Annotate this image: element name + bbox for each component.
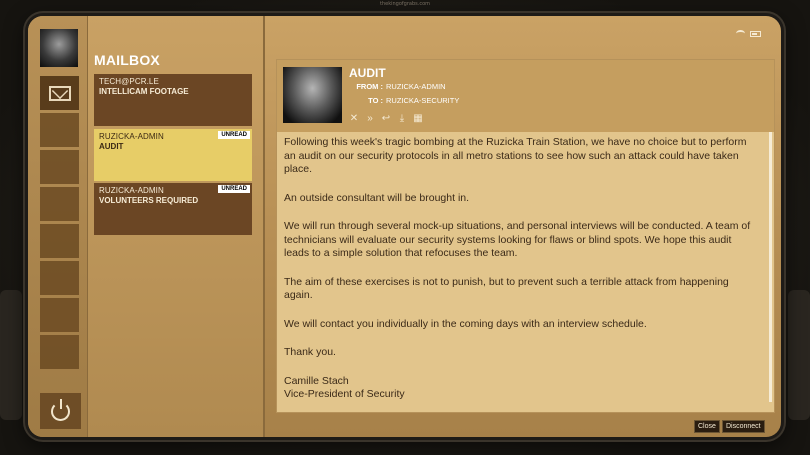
email-body: Following this week's tragic bombing at … bbox=[284, 136, 759, 402]
left-nav-rail bbox=[28, 16, 88, 437]
calendar-icon[interactable]: ▦ bbox=[413, 114, 423, 124]
body-paragraph: An outside consultant will be brought in… bbox=[284, 191, 470, 204]
battery-icon bbox=[750, 30, 761, 37]
right-bezel-knob bbox=[788, 290, 810, 420]
forward-icon[interactable]: » bbox=[365, 114, 375, 124]
signature-title: Vice-President of Security bbox=[284, 388, 405, 400]
app-slot-7[interactable] bbox=[40, 298, 79, 332]
download-icon[interactable]: ⤓ bbox=[397, 114, 407, 124]
body-paragraph: The aim of these exercises is not to pun… bbox=[284, 275, 729, 302]
app-slot-8[interactable] bbox=[40, 335, 79, 369]
message-item-intellicam[interactable]: TECH@PCR.LE INTELLICAM FOOTAGE bbox=[94, 74, 252, 126]
left-bezel-knob bbox=[0, 290, 22, 420]
body-paragraph: Thank you. bbox=[284, 346, 336, 358]
from-value: RUZICKA-ADMIN bbox=[386, 82, 446, 91]
body-paragraph: We will run through several mock-up situ… bbox=[284, 220, 751, 259]
close-button[interactable]: Close bbox=[694, 420, 720, 433]
envelope-icon bbox=[48, 85, 71, 101]
from-row: FROM : RUZICKA-ADMIN bbox=[349, 82, 446, 91]
signature-name: Camille Stach bbox=[284, 374, 349, 387]
sender-avatar bbox=[283, 67, 342, 123]
power-button[interactable] bbox=[40, 393, 81, 429]
unread-badge: UNREAD bbox=[218, 185, 250, 193]
delete-icon[interactable]: ✕ bbox=[349, 114, 359, 124]
tablet-screen: MAILBOX TECH@PCR.LE INTELLICAM FOOTAGE U… bbox=[28, 16, 781, 437]
from-label: FROM : bbox=[356, 82, 383, 91]
email-scrollbar[interactable] bbox=[769, 132, 772, 402]
app-slot-5[interactable] bbox=[40, 224, 79, 258]
reply-icon[interactable]: ↩ bbox=[381, 114, 391, 124]
to-row: TO : RUZICKA-SECURITY bbox=[349, 96, 459, 105]
email-subject: AUDIT bbox=[349, 66, 386, 80]
to-label: TO : bbox=[368, 96, 383, 105]
disconnect-button[interactable]: Disconnect bbox=[722, 420, 765, 433]
app-slot-3[interactable] bbox=[40, 150, 79, 184]
status-bar bbox=[736, 30, 761, 37]
message-subject: AUDIT bbox=[99, 142, 124, 151]
app-slot-2[interactable] bbox=[40, 113, 79, 147]
app-slot-4[interactable] bbox=[40, 187, 79, 221]
email-toolbar: ✕ » ↩ ⤓ ▦ bbox=[349, 114, 423, 124]
message-item-audit[interactable]: UNREAD RUZICKA-ADMIN AUDIT bbox=[94, 129, 252, 181]
mailbox-panel: MAILBOX TECH@PCR.LE INTELLICAM FOOTAGE U… bbox=[88, 16, 265, 437]
mailbox-title: MAILBOX bbox=[94, 52, 160, 68]
email-header: AUDIT FROM : RUZICKA-ADMIN TO : RUZICKA-SE… bbox=[277, 60, 774, 132]
tablet-device: MAILBOX TECH@PCR.LE INTELLICAM FOOTAGE U… bbox=[25, 13, 784, 440]
message-subject: VOLUNTEERS REQUIRED bbox=[99, 196, 199, 205]
message-from: TECH@PCR.LE bbox=[99, 77, 159, 86]
body-paragraph: We will contact you individually in the … bbox=[284, 317, 647, 330]
power-icon bbox=[51, 398, 70, 421]
message-subject: INTELLICAM FOOTAGE bbox=[99, 87, 189, 96]
email-reader: AUDIT FROM : RUZICKA-ADMIN TO : RUZICKA-SE… bbox=[276, 59, 775, 413]
body-paragraph: Following this week's tragic bombing at … bbox=[284, 136, 747, 175]
to-value: RUZICKA-SECURITY bbox=[386, 96, 460, 105]
mail-app-button[interactable] bbox=[40, 76, 79, 110]
watermark: thekingofgrabs.com bbox=[380, 1, 430, 7]
app-slot-6[interactable] bbox=[40, 261, 79, 295]
user-avatar bbox=[40, 29, 78, 67]
wifi-icon bbox=[736, 30, 745, 37]
unread-badge: UNREAD bbox=[218, 131, 250, 139]
message-item-volunteers[interactable]: UNREAD RUZICKA-ADMIN VOLUNTEERS REQUIRED bbox=[94, 183, 252, 235]
